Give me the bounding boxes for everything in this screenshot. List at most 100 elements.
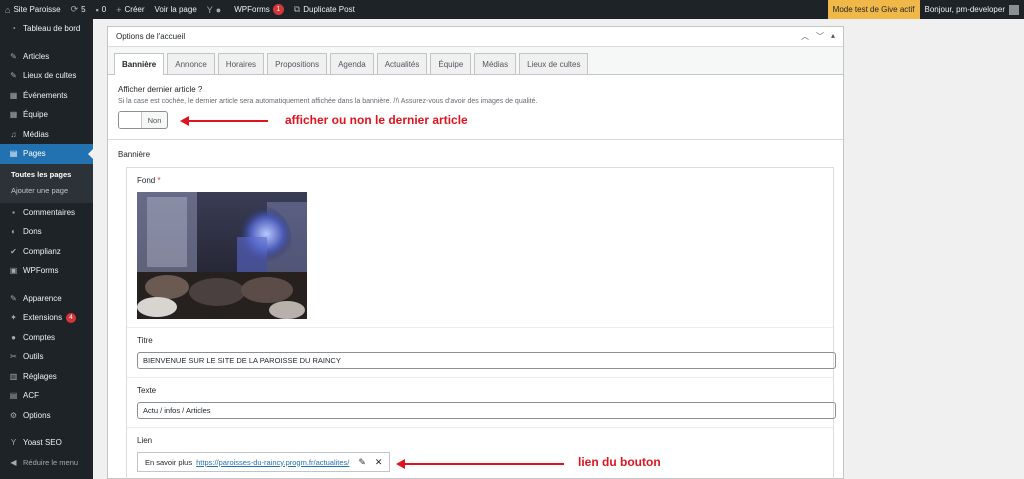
move-up-icon[interactable]: ︿: [801, 31, 809, 42]
titre-input[interactable]: BIENVENUE SUR LE SITE DE LA PAROISSE DU …: [137, 352, 836, 369]
menu-equipe[interactable]: ▦ Équipe: [0, 105, 93, 125]
options-panel: Options de l'accueil ︿ ﹀ ▴ Bannière Anno…: [107, 26, 844, 479]
yoast-icon: Y: [206, 4, 213, 15]
admin-bar: ⌂ Site Paroisse ⟳ 5 ▪ 0 + Créer Voir la page…: [0, 0, 1024, 19]
pages-submenu: Toutes les pages Ajouter une page: [0, 163, 93, 203]
menu-options[interactable]: ⚙ Options: [0, 406, 93, 426]
tab-annonce[interactable]: Annonce: [167, 53, 215, 74]
admin-sidebar: ◔ Tableau de bord ✎ Articles ✎ Lieux de cul…: [0, 19, 93, 479]
texte-input[interactable]: Actu / infos / Articles: [137, 402, 836, 419]
menu-commentaires[interactable]: ▪ Commentaires: [0, 203, 93, 223]
comment-icon: ▪: [12, 207, 15, 217]
lien-text: En savoir plus: [145, 457, 193, 467]
menu-apparence[interactable]: ✎ Apparence: [0, 289, 93, 309]
status-dot-icon: ●: [215, 4, 222, 15]
home-icon: ⌂: [5, 4, 11, 15]
calendar-icon: ▦: [9, 90, 18, 100]
banniere-group: Bannière Fond * Titre BIENVENUE SUR LE S…: [108, 140, 843, 479]
duplicate-post-link[interactable]: ⧉ Duplicate Post: [289, 0, 360, 19]
tab-agenda[interactable]: Agenda: [330, 53, 374, 74]
tab-propositions[interactable]: Propositions: [267, 53, 328, 74]
move-down-icon[interactable]: ﹀: [816, 31, 824, 42]
wpforms-link[interactable]: WPForms 1: [229, 0, 289, 19]
lien-field: Lien En savoir plus https://paroisses-du…: [127, 428, 833, 479]
menu-pages[interactable]: ▤ Pages: [0, 144, 93, 164]
menu-yoast[interactable]: Y Yoast SEO: [0, 433, 93, 453]
menu-acf[interactable]: ▤ ACF: [0, 386, 93, 406]
give-test-mode[interactable]: Mode test de Give actif: [827, 0, 920, 19]
give-icon: ◐: [11, 227, 16, 237]
collapse-menu-button[interactable]: ◀ Réduire le menu: [0, 453, 93, 473]
lien-url[interactable]: https://paroisses-du-raincy.progm.fr/act…: [196, 458, 349, 467]
afficher-label: Afficher dernier article ?: [118, 85, 203, 94]
texte-label: Texte: [137, 386, 157, 395]
settings-icon: ▥: [9, 371, 18, 381]
avatar: [1009, 4, 1019, 15]
menu-articles[interactable]: ✎ Articles: [0, 47, 93, 67]
tab-equipe[interactable]: Équipe: [430, 53, 472, 74]
pin-icon: ✎: [10, 51, 17, 61]
submenu-add-page[interactable]: Ajouter une page: [0, 183, 93, 199]
plugin-icon: ✦: [10, 313, 17, 323]
tab-actualites[interactable]: Actualités: [376, 53, 428, 74]
menu-dashboard[interactable]: ◔ Tableau de bord: [0, 19, 93, 39]
panel-title: Options de l'accueil: [116, 32, 186, 41]
fond-field: Fond *: [127, 168, 833, 328]
comment-icon: ▪: [95, 4, 99, 15]
edit-link-icon[interactable]: ✎: [358, 457, 366, 468]
menu-reglages[interactable]: ▥ Réglages: [0, 367, 93, 387]
menu-dons[interactable]: ◐ Dons: [0, 222, 93, 242]
submenu-all-pages[interactable]: Toutes les pages: [0, 167, 93, 183]
afficher-toggle[interactable]: Non: [118, 111, 168, 129]
toggle-value: Non: [147, 115, 162, 125]
gear-icon: ⚙: [9, 410, 18, 420]
titre-field: Titre BIENVENUE SUR LE SITE DE LA PAROIS…: [127, 328, 836, 378]
menu-outils[interactable]: ✂ Outils: [0, 347, 93, 367]
user-menu[interactable]: Bonjour, pm-developer: [920, 0, 1024, 19]
site-link[interactable]: ⌂ Site Paroisse: [0, 0, 66, 19]
media-icon: ♫: [10, 129, 17, 139]
panel-header: Options de l'accueil ︿ ﹀ ▴: [108, 27, 843, 47]
menu-comptes[interactable]: ● Comptes: [0, 328, 93, 348]
view-page-link[interactable]: Voir la page: [150, 0, 202, 19]
menu-lieux[interactable]: ✎ Lieux de cultes: [0, 66, 93, 86]
toggle-annotation-arrow: [180, 116, 268, 126]
updates-link[interactable]: ⟳ 5: [66, 0, 91, 19]
lien-label: Lien: [137, 436, 153, 445]
new-content-link[interactable]: + Créer: [111, 0, 149, 19]
team-icon: ▦: [9, 110, 18, 120]
church-photo: [137, 192, 307, 319]
wpforms-badge: 1: [272, 4, 284, 15]
menu-wpforms[interactable]: ▣ WPForms: [0, 261, 93, 281]
menu-extensions[interactable]: ✦ Extensions 4: [0, 308, 93, 328]
titre-label: Titre: [137, 336, 153, 345]
tab-lieux[interactable]: Lieux de cultes: [519, 53, 589, 74]
dashboard-icon: ◔: [11, 24, 16, 34]
texte-field: Texte Actu / infos / Articles: [127, 378, 836, 428]
plus-icon: +: [116, 4, 122, 15]
yoast-icon: Y: [10, 438, 17, 448]
menu-complianz[interactable]: ✔ Complianz: [0, 242, 93, 262]
tab-horaires[interactable]: Horaires: [217, 53, 265, 74]
menu-evenements[interactable]: ▦ Événements: [0, 86, 93, 106]
link-annotation-arrow: [396, 459, 564, 469]
yoast-link[interactable]: Y ●: [202, 0, 229, 19]
duplicate-icon: ⧉: [293, 4, 301, 14]
link-annotation: lien du bouton: [578, 455, 661, 469]
extensions-badge: 4: [66, 312, 76, 323]
fond-label: Fond: [137, 176, 156, 185]
remove-link-icon[interactable]: ✕: [375, 457, 383, 468]
afficher-field: Afficher dernier article ? Si la case es…: [108, 75, 843, 140]
fond-image[interactable]: [137, 192, 307, 319]
menu-medias[interactable]: ♫ Médias: [0, 125, 93, 145]
updates-icon: ⟳: [70, 4, 79, 14]
tab-medias[interactable]: Médias: [474, 53, 517, 74]
comments-link[interactable]: ▪ 0: [91, 0, 112, 19]
collapse-icon: ◀: [10, 457, 17, 467]
tab-banniere[interactable]: Bannière: [114, 53, 165, 75]
banniere-title: Bannière: [118, 150, 151, 159]
banniere-box: Fond * Titre BIENVENUE SUR LE SITE DE LA…: [126, 167, 836, 479]
collapse-panel-icon[interactable]: ▴: [831, 31, 835, 42]
lien-box: En savoir plus https://paroisses-du-rain…: [137, 452, 391, 472]
wrench-icon: ✂: [10, 352, 17, 362]
